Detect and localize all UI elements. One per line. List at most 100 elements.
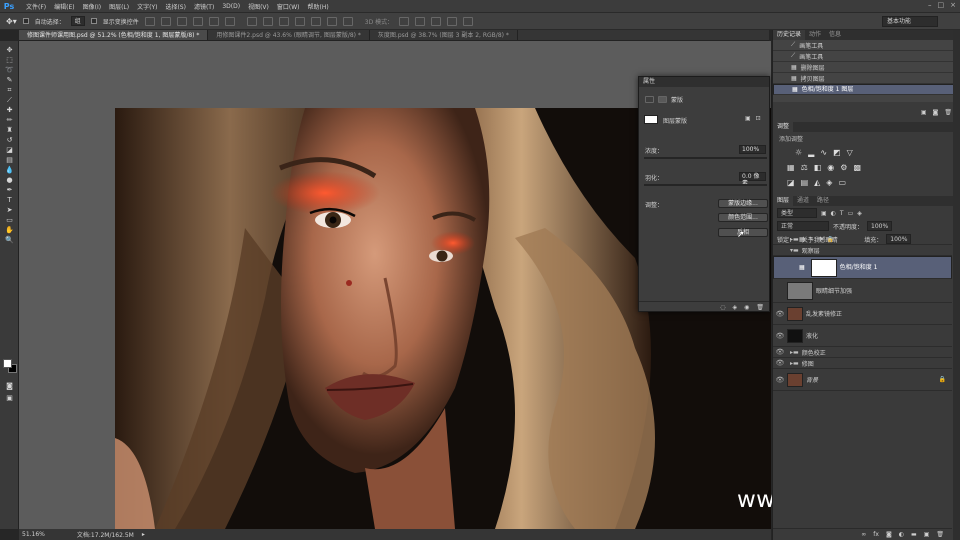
menu-image[interactable]: 图像(I)	[83, 2, 101, 11]
layer-style-icon[interactable]: fx	[873, 531, 879, 538]
distribute-center-icon[interactable]	[310, 16, 321, 26]
tab-actions[interactable]: 动作	[805, 30, 825, 40]
filter-type-icon[interactable]: T	[840, 210, 844, 217]
align-top-icon[interactable]	[144, 16, 155, 26]
layer-row[interactable]: 眼睛细节加强	[773, 279, 952, 303]
3d-roll-icon[interactable]	[415, 16, 426, 26]
3d-pan-icon[interactable]	[431, 16, 442, 26]
history-item[interactable]: ⟋ 画笔工具	[773, 40, 960, 51]
history-item-selected[interactable]: ▦ 色相/饱和度 1 图层	[773, 84, 960, 95]
vector-mask-icon[interactable]	[658, 96, 667, 103]
delete-mask-icon[interactable]: 🗑	[756, 304, 764, 311]
3d-slide-icon[interactable]	[447, 16, 458, 26]
blend-mode-dropdown[interactable]: 正常	[777, 221, 829, 231]
tab-adjustments[interactable]: 调整	[773, 122, 794, 132]
new-adjustment-icon[interactable]: ◐	[899, 531, 904, 538]
photo-filter-icon[interactable]: ◉	[827, 163, 834, 172]
tab-paths[interactable]: 路径	[813, 196, 833, 206]
filter-pixel-icon[interactable]: ▣	[821, 210, 827, 217]
eye-icon[interactable]: 👁	[773, 310, 787, 318]
tab-document-2[interactable]: 用修图课件2.psd @ 43.6% (眼睛调节, 图层蒙版/8) *	[208, 30, 370, 40]
tab-document-1[interactable]: 修图课件师课用图.psd @ 51.2% (色相/饱和度 1, 图层蒙版/8) …	[19, 30, 209, 40]
history-item[interactable]: ⟋ 画笔工具	[773, 51, 960, 62]
eye-icon[interactable]: 👁	[773, 376, 787, 384]
move-tool-icon[interactable]: ✥▾	[6, 17, 17, 26]
lasso-tool-icon[interactable]: ➰	[0, 65, 19, 75]
minimize-icon[interactable]: –	[928, 1, 932, 9]
screen-mode-icon[interactable]: ▣	[0, 393, 19, 403]
layer-row[interactable]: 👁 乱发紊镜修正	[773, 303, 952, 325]
stamp-tool-icon[interactable]: ♜	[0, 125, 19, 135]
menu-file[interactable]: 文件(F)	[26, 2, 46, 11]
quick-mask-icon[interactable]: ◙	[0, 381, 19, 391]
channel-mixer-icon[interactable]: ⚙	[840, 163, 847, 172]
history-brush-tool-icon[interactable]: ↺	[0, 135, 19, 145]
move-tool-icon[interactable]: ✥	[0, 45, 19, 55]
posterize-icon[interactable]: ▤	[801, 178, 809, 187]
layer-mask-thumbnail[interactable]	[810, 258, 837, 277]
color-swatches[interactable]	[3, 359, 17, 373]
auto-align-icon[interactable]	[342, 16, 353, 26]
invert-icon[interactable]: ◪	[787, 178, 795, 187]
menu-filter[interactable]: 滤镜(T)	[194, 2, 214, 11]
align-right-icon[interactable]	[224, 16, 235, 26]
menu-window[interactable]: 窗口(W)	[277, 2, 300, 11]
filter-smart-icon[interactable]: ◈	[857, 210, 862, 217]
load-selection-icon[interactable]: ◌	[720, 304, 725, 311]
path-select-tool-icon[interactable]: ➤	[0, 205, 19, 215]
curves-icon[interactable]: ∿	[820, 148, 827, 157]
brush-tool-icon[interactable]: ✏	[0, 115, 19, 125]
crop-tool-icon[interactable]: ⌗	[0, 85, 19, 95]
menu-help[interactable]: 帮助(H)	[308, 2, 329, 11]
align-bottom-icon[interactable]	[176, 16, 187, 26]
brightness-contrast-icon[interactable]: ☼	[795, 148, 802, 157]
add-mask-icon[interactable]: ◙	[886, 531, 892, 538]
eyedropper-tool-icon[interactable]: ⟋	[0, 95, 19, 105]
delete-state-icon[interactable]: 🗑	[944, 109, 952, 116]
black-white-icon[interactable]: ◧	[814, 163, 822, 172]
distribute-right-icon[interactable]	[326, 16, 337, 26]
maximize-icon[interactable]: □	[938, 1, 945, 9]
blur-tool-icon[interactable]: 💧	[0, 165, 19, 175]
hue-saturation-icon[interactable]: ▦	[787, 163, 795, 172]
marquee-tool-icon[interactable]: ⬚	[0, 55, 19, 65]
type-tool-icon[interactable]: T	[0, 195, 19, 205]
new-document-from-state-icon[interactable]: ▣	[921, 109, 927, 116]
levels-icon[interactable]: ▂	[808, 148, 814, 157]
auto-select-dropdown[interactable]: 组	[70, 16, 85, 26]
layer-row[interactable]: 👁 ▸▬ 颜色校正	[773, 347, 952, 358]
eye-icon[interactable]: 👁	[773, 348, 787, 356]
layer-row[interactable]: 👁 液化	[773, 325, 952, 347]
properties-title[interactable]: 属性	[639, 77, 769, 87]
threshold-icon[interactable]: ◭	[814, 178, 820, 187]
density-slider[interactable]	[644, 157, 767, 159]
filter-adjust-icon[interactable]: ◐	[831, 210, 836, 217]
layer-row[interactable]: 👁 背景 🔒	[773, 369, 952, 391]
auto-select-checkbox[interactable]	[22, 18, 29, 24]
menu-view[interactable]: 视图(V)	[248, 2, 269, 11]
shape-tool-icon[interactable]: ▭	[0, 215, 19, 225]
menu-3d[interactable]: 3D(D)	[222, 3, 240, 10]
add-vector-mask-icon[interactable]: ⊡	[756, 115, 761, 122]
tab-history[interactable]: 历史记录	[773, 30, 806, 40]
align-left-icon[interactable]	[192, 16, 203, 26]
menu-layer[interactable]: 图层(L)	[109, 2, 129, 11]
vibrance-icon[interactable]: ▽	[847, 148, 853, 157]
tab-document-3[interactable]: 灰度图.psd @ 38.7% (图层 3 副本 2, RGB/8) *	[370, 30, 518, 40]
history-item[interactable]: ▦ 删除图层	[773, 62, 960, 73]
eye-icon[interactable]: 👁	[773, 332, 787, 340]
color-range-button[interactable]: 颜色范围...	[718, 213, 768, 222]
3d-rotate-icon[interactable]	[399, 16, 410, 26]
layer-row[interactable]: ▸▬ 关于我感眼睛	[773, 234, 952, 245]
layer-row[interactable]: 👁 ▸▬ 修图	[773, 358, 952, 369]
zoom-tool-icon[interactable]: 🔍	[0, 235, 19, 245]
tab-layers[interactable]: 图层	[773, 196, 794, 206]
distribute-bottom-icon[interactable]	[278, 16, 289, 26]
workspace-dropdown[interactable]: 基本功能	[882, 16, 938, 27]
pen-tool-icon[interactable]: ✒	[0, 185, 19, 195]
dodge-tool-icon[interactable]: ●	[0, 175, 19, 185]
color-lookup-icon[interactable]: ▩	[853, 163, 861, 172]
show-transform-checkbox[interactable]	[90, 18, 97, 24]
menu-type[interactable]: 文字(Y)	[137, 2, 157, 11]
apply-mask-icon[interactable]: ◈	[733, 304, 738, 311]
